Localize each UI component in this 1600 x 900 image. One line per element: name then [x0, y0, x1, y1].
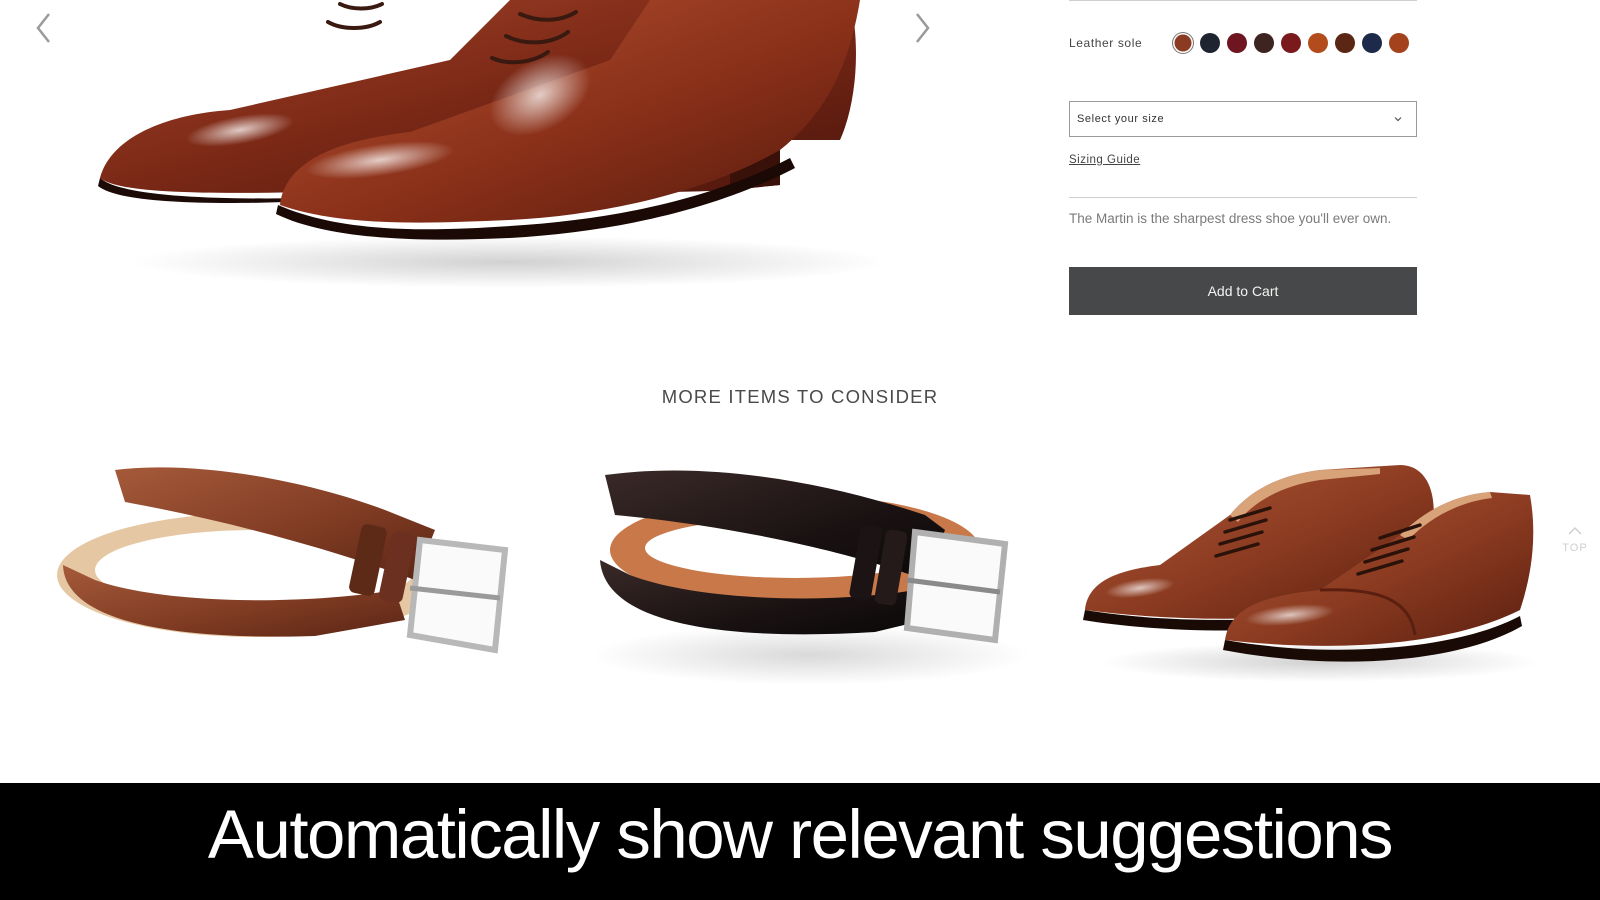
suggestions-grid: [0, 440, 1600, 710]
size-select[interactable]: Select your size: [1069, 101, 1417, 137]
color-swatch-8[interactable]: [1362, 33, 1382, 53]
oxford-shoe-pair-image: [98, 0, 880, 288]
caption-bar: Automatically show relevant suggestions: [0, 783, 1600, 900]
cap-toe-oxford-pair-image: [1083, 465, 1540, 682]
product-description: The Martin is the sharpest dress shoe yo…: [1069, 211, 1392, 226]
chevron-up-icon: [1568, 526, 1582, 535]
sole-label: Leather sole: [1069, 36, 1143, 50]
suggestion-item-brown-belt[interactable]: [55, 440, 525, 700]
suggestion-item-black-belt[interactable]: [590, 440, 1045, 700]
color-swatch-7[interactable]: [1335, 33, 1355, 53]
black-belt-image: [590, 470, 1030, 685]
previous-image-button[interactable]: [30, 8, 58, 48]
color-swatch-2[interactable]: [1200, 33, 1220, 53]
divider: [1069, 197, 1417, 198]
add-to-cart-button[interactable]: Add to Cart: [1069, 267, 1417, 315]
divider: [1069, 0, 1417, 1]
product-hero-image: [0, 0, 960, 300]
caption-text: Automatically show relevant suggestions: [207, 796, 1394, 873]
color-swatch-4[interactable]: [1254, 33, 1274, 53]
chevron-down-icon: [1394, 117, 1402, 122]
color-swatch-list: [1173, 33, 1409, 53]
back-to-top-button[interactable]: TOP: [1558, 526, 1592, 570]
color-swatch-3[interactable]: [1227, 33, 1247, 53]
size-select-placeholder: Select your size: [1077, 113, 1165, 125]
color-swatch-5[interactable]: [1281, 33, 1301, 53]
suggestions-title: MORE ITEMS TO CONSIDER: [661, 386, 939, 407]
back-to-top-label: TOP: [1562, 542, 1588, 554]
chevron-left-icon: [36, 13, 50, 43]
color-swatch-9[interactable]: [1389, 33, 1409, 53]
chevron-right-icon: [916, 13, 930, 43]
color-swatch-1[interactable]: [1173, 33, 1193, 53]
sizing-guide-link[interactable]: Sizing Guide: [1069, 154, 1140, 166]
next-image-button[interactable]: [908, 8, 936, 48]
suggestion-item-cap-toe-oxford[interactable]: [1080, 440, 1540, 700]
brown-belt-image: [57, 467, 509, 654]
color-swatch-6[interactable]: [1308, 33, 1328, 53]
